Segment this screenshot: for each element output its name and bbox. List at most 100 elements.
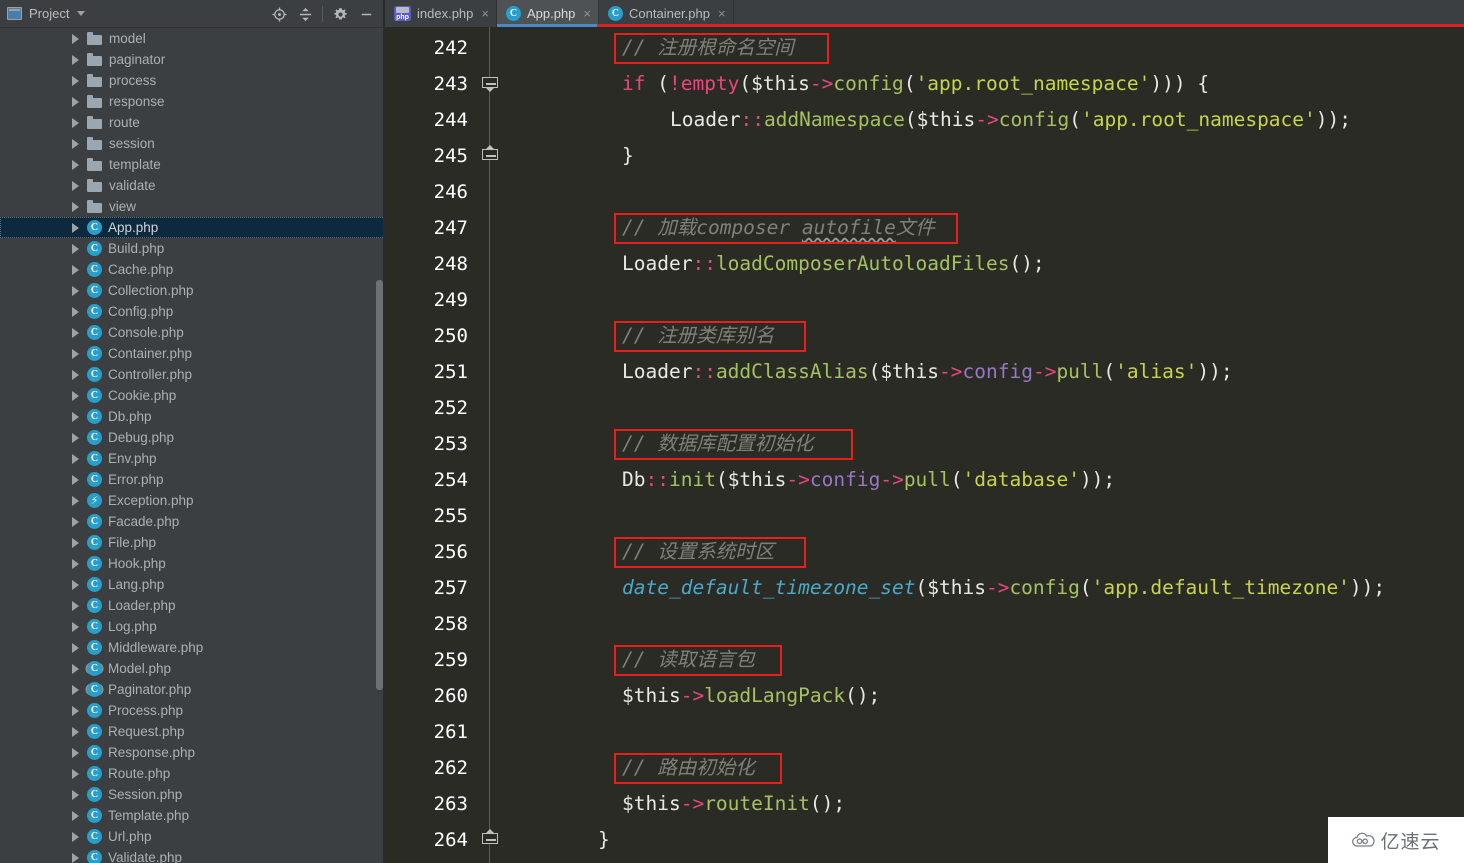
code-line[interactable]: } xyxy=(622,138,634,174)
tree-item-middleware-php[interactable]: C Middleware.php xyxy=(0,637,385,658)
tree-item-process-php[interactable]: C Process.php xyxy=(0,700,385,721)
expand-arrow-icon[interactable] xyxy=(72,96,79,107)
tree-item-collection-php[interactable]: C Collection.php xyxy=(0,280,385,301)
expand-arrow-icon[interactable] xyxy=(72,852,79,863)
tree-item-loader-php[interactable]: C Loader.php xyxy=(0,595,385,616)
code-fold-up-marker[interactable] xyxy=(482,829,498,848)
close-icon[interactable]: × xyxy=(583,7,591,20)
expand-arrow-icon[interactable] xyxy=(72,348,79,359)
tree-item-session-php[interactable]: C Session.php xyxy=(0,784,385,805)
expand-arrow-icon[interactable] xyxy=(72,726,79,737)
line-number-gutter[interactable]: 242 243 244 245 246 247 248 249 250 251 252 253 254 2… xyxy=(385,27,502,863)
gear-icon[interactable] xyxy=(327,1,353,27)
expand-arrow-icon[interactable] xyxy=(72,600,79,611)
tree-item-paginator-php[interactable]: C Paginator.php xyxy=(0,679,385,700)
expand-arrow-icon[interactable] xyxy=(72,663,79,674)
tree-item-app-php[interactable]: C App.php xyxy=(0,217,385,238)
code-viewport[interactable]: 242 243 244 245 246 247 248 249 250 251 252 253 254 2… xyxy=(385,27,1464,863)
code-line[interactable]: // 注册根命名空间 xyxy=(622,30,794,66)
expand-arrow-icon[interactable] xyxy=(72,201,79,212)
tree-item-route-php[interactable]: C Route.php xyxy=(0,763,385,784)
expand-arrow-icon[interactable] xyxy=(72,432,79,443)
tree-item-build-php[interactable]: C Build.php xyxy=(0,238,385,259)
code-line[interactable]: // 数据库配置初始化 xyxy=(622,426,813,462)
tree-item-facade-php[interactable]: C Facade.php xyxy=(0,511,385,532)
tree-item-session[interactable]: session xyxy=(0,133,385,154)
expand-arrow-icon[interactable] xyxy=(72,831,79,842)
tree-item-view[interactable]: view xyxy=(0,196,385,217)
project-file-tree[interactable]: model paginator process response route sessio… xyxy=(0,28,385,863)
expand-arrow-icon[interactable] xyxy=(72,579,79,590)
expand-arrow-icon[interactable] xyxy=(72,369,79,380)
expand-arrow-icon[interactable] xyxy=(72,474,79,485)
locate-icon[interactable] xyxy=(266,1,292,27)
expand-arrow-icon[interactable] xyxy=(72,390,79,401)
expand-arrow-icon[interactable] xyxy=(72,558,79,569)
collapse-all-icon[interactable] xyxy=(292,1,318,27)
editor-tab-container-php[interactable]: C Container.php × xyxy=(599,0,734,27)
tree-item-response[interactable]: response xyxy=(0,91,385,112)
code-line[interactable]: // 路由初始化 xyxy=(622,750,755,786)
code-line[interactable]: if (!empty($this->config('app.root_names… xyxy=(622,66,1209,102)
tree-item-lang-php[interactable]: C Lang.php xyxy=(0,574,385,595)
expand-arrow-icon[interactable] xyxy=(72,495,79,506)
tree-item-file-php[interactable]: C File.php xyxy=(0,532,385,553)
editor-tab-app-php[interactable]: C App.php × xyxy=(496,0,600,27)
tree-item-controller-php[interactable]: C Controller.php xyxy=(0,364,385,385)
expand-arrow-icon[interactable] xyxy=(72,453,79,464)
code-text[interactable]: // 注册根命名空间 if (!empty($this->config('app.… xyxy=(502,27,1464,863)
code-line[interactable]: Loader::loadComposerAutoloadFiles(); xyxy=(622,246,1045,282)
code-line[interactable]: // 设置系统时区 xyxy=(622,534,774,570)
expand-arrow-icon[interactable] xyxy=(72,117,79,128)
expand-arrow-icon[interactable] xyxy=(72,537,79,548)
tree-item-hook-php[interactable]: C Hook.php xyxy=(0,553,385,574)
expand-arrow-icon[interactable] xyxy=(72,684,79,695)
code-line[interactable]: // 注册类库别名 xyxy=(622,318,774,354)
tree-item-container-php[interactable]: C Container.php xyxy=(0,343,385,364)
tree-item-error-php[interactable]: C Error.php xyxy=(0,469,385,490)
tree-item-route[interactable]: route xyxy=(0,112,385,133)
expand-arrow-icon[interactable] xyxy=(72,243,79,254)
tree-item-console-php[interactable]: C Console.php xyxy=(0,322,385,343)
tree-item-cache-php[interactable]: C Cache.php xyxy=(0,259,385,280)
close-icon[interactable]: × xyxy=(481,7,489,20)
expand-arrow-icon[interactable] xyxy=(72,516,79,527)
expand-arrow-icon[interactable] xyxy=(72,747,79,758)
code-line[interactable]: Loader::addClassAlias($this->config->pul… xyxy=(622,354,1233,390)
expand-arrow-icon[interactable] xyxy=(72,138,79,149)
expand-arrow-icon[interactable] xyxy=(72,621,79,632)
tree-item-response-php[interactable]: C Response.php xyxy=(0,742,385,763)
code-fold-down-marker[interactable] xyxy=(482,77,498,92)
tree-item-log-php[interactable]: C Log.php xyxy=(0,616,385,637)
tree-item-url-php[interactable]: C Url.php xyxy=(0,826,385,847)
expand-arrow-icon[interactable] xyxy=(72,768,79,779)
expand-arrow-icon[interactable] xyxy=(72,642,79,653)
minimize-icon[interactable] xyxy=(353,1,379,27)
tree-item-debug-php[interactable]: C Debug.php xyxy=(0,427,385,448)
expand-arrow-icon[interactable] xyxy=(72,222,79,233)
sidebar-scrollbar[interactable] xyxy=(376,280,383,690)
expand-arrow-icon[interactable] xyxy=(72,159,79,170)
close-icon[interactable]: × xyxy=(718,7,726,20)
expand-arrow-icon[interactable] xyxy=(72,306,79,317)
expand-arrow-icon[interactable] xyxy=(72,33,79,44)
expand-arrow-icon[interactable] xyxy=(72,789,79,800)
tree-item-model[interactable]: model xyxy=(0,28,385,49)
expand-arrow-icon[interactable] xyxy=(72,705,79,716)
code-line[interactable]: } xyxy=(598,822,610,858)
code-line[interactable]: date_default_timezone_set($this->config(… xyxy=(622,570,1385,606)
tree-item-validate[interactable]: validate xyxy=(0,175,385,196)
tree-item-model-php[interactable]: C Model.php xyxy=(0,658,385,679)
tree-item-paginator[interactable]: paginator xyxy=(0,49,385,70)
code-line[interactable]: Loader::addNamespace($this->config('app.… xyxy=(670,102,1351,138)
expand-arrow-icon[interactable] xyxy=(72,285,79,296)
chevron-down-icon[interactable] xyxy=(77,11,86,16)
tree-item-exception-php[interactable]: ⚡ Exception.php xyxy=(0,490,385,511)
tree-item-template[interactable]: template xyxy=(0,154,385,175)
expand-arrow-icon[interactable] xyxy=(72,327,79,338)
expand-arrow-icon[interactable] xyxy=(72,810,79,821)
expand-arrow-icon[interactable] xyxy=(72,411,79,422)
expand-arrow-icon[interactable] xyxy=(72,180,79,191)
editor-tab-index-php[interactable]: php index.php × xyxy=(385,0,497,27)
code-line[interactable]: $this->routeInit(); xyxy=(622,786,845,822)
